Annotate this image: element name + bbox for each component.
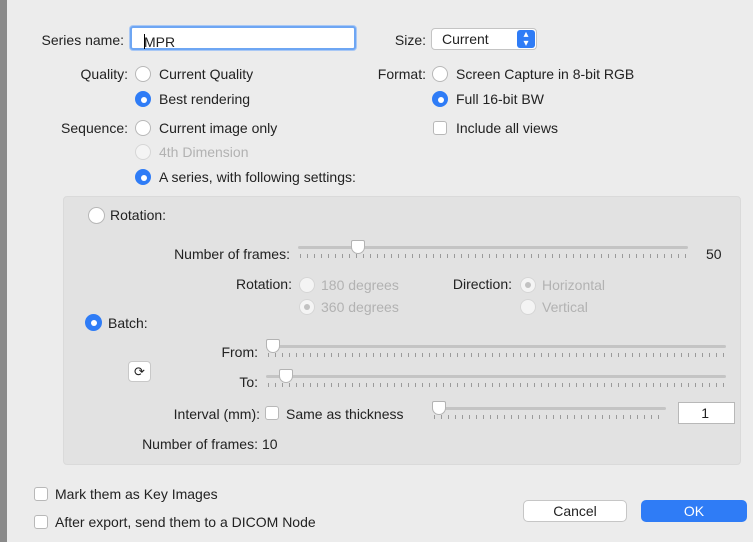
sequence-label: Sequence: bbox=[61, 120, 128, 136]
rotation-360-label: 360 degrees bbox=[321, 299, 399, 315]
ok-button[interactable]: OK bbox=[641, 500, 747, 522]
rotation-radio[interactable] bbox=[88, 207, 105, 224]
size-label: Size: bbox=[394, 32, 426, 48]
interval-ticks bbox=[434, 415, 664, 419]
mark-key-images-checkbox[interactable] bbox=[34, 487, 48, 501]
direction-horizontal-radio bbox=[520, 277, 536, 293]
interval-label: Interval (mm): bbox=[173, 406, 260, 422]
interval-value: 1 bbox=[701, 405, 709, 421]
batch-from-ticks bbox=[268, 353, 724, 357]
format-screen-capture-label: Screen Capture in 8-bit RGB bbox=[456, 66, 635, 82]
quality-current-label: Current Quality bbox=[159, 66, 254, 82]
rotation-frames-thumb[interactable] bbox=[350, 240, 365, 254]
mark-key-images-label: Mark them as Key Images bbox=[55, 486, 218, 502]
size-value: Current bbox=[442, 31, 489, 47]
direction-vertical-radio bbox=[520, 299, 536, 315]
interval-thumb[interactable] bbox=[432, 401, 446, 415]
batch-from-label: From: bbox=[221, 344, 258, 360]
format-16bit-label: Full 16-bit BW bbox=[456, 91, 544, 107]
quality-current-radio[interactable] bbox=[135, 66, 151, 82]
batch-from-thumb[interactable] bbox=[266, 339, 280, 353]
sequence-current-radio[interactable] bbox=[135, 120, 151, 136]
rotation-frames-label: Number of frames: bbox=[174, 246, 290, 262]
batch-to-track bbox=[266, 375, 726, 378]
rotation-180-label: 180 degrees bbox=[321, 277, 399, 293]
format-label: Format: bbox=[377, 66, 426, 82]
send-dicom-checkbox[interactable] bbox=[34, 515, 48, 529]
same-as-thickness-checkbox[interactable] bbox=[265, 406, 279, 420]
chevron-up-down-icon: ▴ ▾ bbox=[517, 30, 535, 49]
rotation-180-radio bbox=[299, 277, 315, 293]
format-16bit-radio[interactable] bbox=[432, 91, 448, 107]
rotation-label: Rotation: bbox=[110, 207, 167, 223]
interval-track bbox=[432, 407, 666, 410]
reset-icon[interactable]: ⟳ bbox=[128, 361, 151, 382]
include-all-views-label: Include all views bbox=[456, 120, 558, 136]
format-screen-capture-radio[interactable] bbox=[432, 66, 448, 82]
sequence-series-label: A series, with following settings: bbox=[159, 169, 356, 185]
window-edge bbox=[0, 0, 7, 542]
rotation-frames-ticks bbox=[300, 254, 686, 258]
cancel-button[interactable]: Cancel bbox=[523, 500, 627, 522]
sequence-4th-dimension-radio bbox=[135, 144, 151, 160]
direction-horizontal-label: Horizontal bbox=[542, 277, 606, 293]
rotation-360-radio bbox=[299, 299, 315, 315]
sequence-current-label: Current image only bbox=[159, 120, 278, 136]
rotation-angle-label: Rotation: bbox=[235, 276, 292, 292]
direction-vertical-label: Vertical bbox=[542, 299, 588, 315]
series-name-value: MPR bbox=[144, 34, 176, 50]
series-name-field[interactable]: MPR bbox=[130, 26, 356, 50]
rotation-frames-value: 50 bbox=[706, 246, 722, 262]
batch-radio[interactable] bbox=[85, 314, 102, 331]
batch-label: Batch: bbox=[108, 315, 148, 331]
sequence-series-radio[interactable] bbox=[135, 169, 151, 185]
same-as-thickness-label: Same as thickness bbox=[286, 406, 404, 422]
quality-best-label: Best rendering bbox=[159, 91, 251, 107]
interval-input[interactable]: 1 bbox=[678, 402, 735, 424]
batch-frames-label: Number of frames: bbox=[142, 436, 258, 452]
quality-label: Quality: bbox=[80, 66, 128, 82]
sequence-4th-dimension-label: 4th Dimension bbox=[159, 144, 249, 160]
text-caret bbox=[144, 34, 145, 49]
send-dicom-label: After export, send them to a DICOM Node bbox=[55, 514, 316, 530]
include-all-views-checkbox[interactable] bbox=[433, 121, 447, 135]
batch-to-label: To: bbox=[239, 374, 258, 390]
batch-from-track bbox=[266, 345, 726, 348]
series-settings-panel bbox=[63, 196, 741, 465]
direction-label: Direction: bbox=[452, 276, 512, 292]
batch-to-ticks bbox=[268, 383, 724, 387]
size-select[interactable]: Current ▴ ▾ bbox=[431, 28, 537, 50]
batch-frames-value: 10 bbox=[262, 436, 278, 452]
quality-best-radio[interactable] bbox=[135, 91, 151, 107]
series-name-label: Series name: bbox=[41, 32, 124, 48]
